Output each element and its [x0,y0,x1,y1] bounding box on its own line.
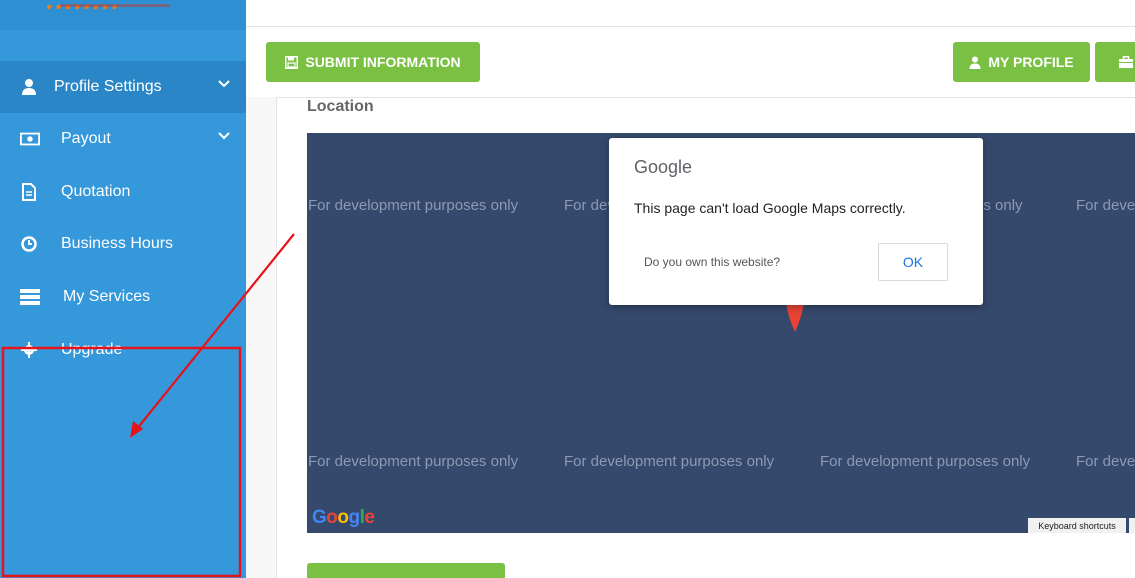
google-logo: Google [312,507,375,528]
map-watermark: For dev [564,197,615,214]
save-icon [285,55,299,69]
map-watermark: For deve [1076,197,1135,214]
map-watermark: For development purposes only [564,453,775,470]
logo-underline [60,4,170,7]
map-data-link[interactable] [1129,518,1135,533]
bottom-action-button[interactable] [307,563,505,578]
user-icon [969,56,981,69]
sidebar: ........ Profile Settings Payout Quotati… [0,0,246,578]
money-icon [20,129,40,149]
server-icon [20,287,40,307]
user-icon [19,77,39,97]
header-divider [246,26,1135,27]
sidebar-item-quotation[interactable]: Quotation [0,166,246,218]
sidebar-item-profile-settings[interactable]: Profile Settings [0,61,246,113]
submit-information-button[interactable]: SUBMIT INFORMATION [266,42,480,82]
keyboard-shortcuts-link[interactable]: Keyboard shortcuts [1028,518,1126,533]
sidebar-item-label: Profile Settings [54,78,162,95]
submit-information-label: SUBMIT INFORMATION [305,54,461,70]
briefcase-icon [1119,56,1133,68]
my-profile-label: MY PROFILE [988,54,1074,70]
toolbar-divider [246,97,1135,98]
sidebar-item-upgrade[interactable]: Upgrade [0,324,246,376]
chevron-down-icon [218,80,230,88]
map-watermark: For development purposes only [308,453,519,470]
dialog-title: Google [634,157,693,177]
sidebar-item-label: Upgrade [61,341,123,358]
briefcase-button[interactable] [1095,42,1135,82]
location-label: Location [307,98,374,115]
sidebar-item-business-hours[interactable]: Business Hours [0,218,246,270]
clock-icon [19,234,39,254]
ok-button[interactable]: OK [878,243,948,281]
sidebar-item-my-services[interactable]: My Services [0,271,246,323]
sidebar-item-payout[interactable]: Payout [0,113,246,165]
map-watermark: For development purposes only [820,453,1031,470]
sidebar-item-label: Business Hours [61,235,174,252]
map-watermark: For development purposes only [308,197,519,214]
chevron-down-icon [218,132,230,140]
gear-icon [19,340,39,360]
logo-area: ........ [0,0,246,30]
sidebar-item-label: My Services [63,288,151,305]
dialog-message: This page can't load Google Maps correct… [634,200,906,216]
own-website-link[interactable]: Do you own this website? [644,255,780,269]
document-icon [19,182,39,202]
sidebar-item-label: Payout [61,130,111,147]
content-gutter [246,97,277,578]
sidebar-item-label: Quotation [61,183,131,200]
my-profile-button[interactable]: MY PROFILE [953,42,1090,82]
map-watermark: For deve [1076,453,1135,470]
maps-error-dialog: Google This page can't load Google Maps … [609,138,983,305]
logo[interactable]: ........ [45,0,120,15]
